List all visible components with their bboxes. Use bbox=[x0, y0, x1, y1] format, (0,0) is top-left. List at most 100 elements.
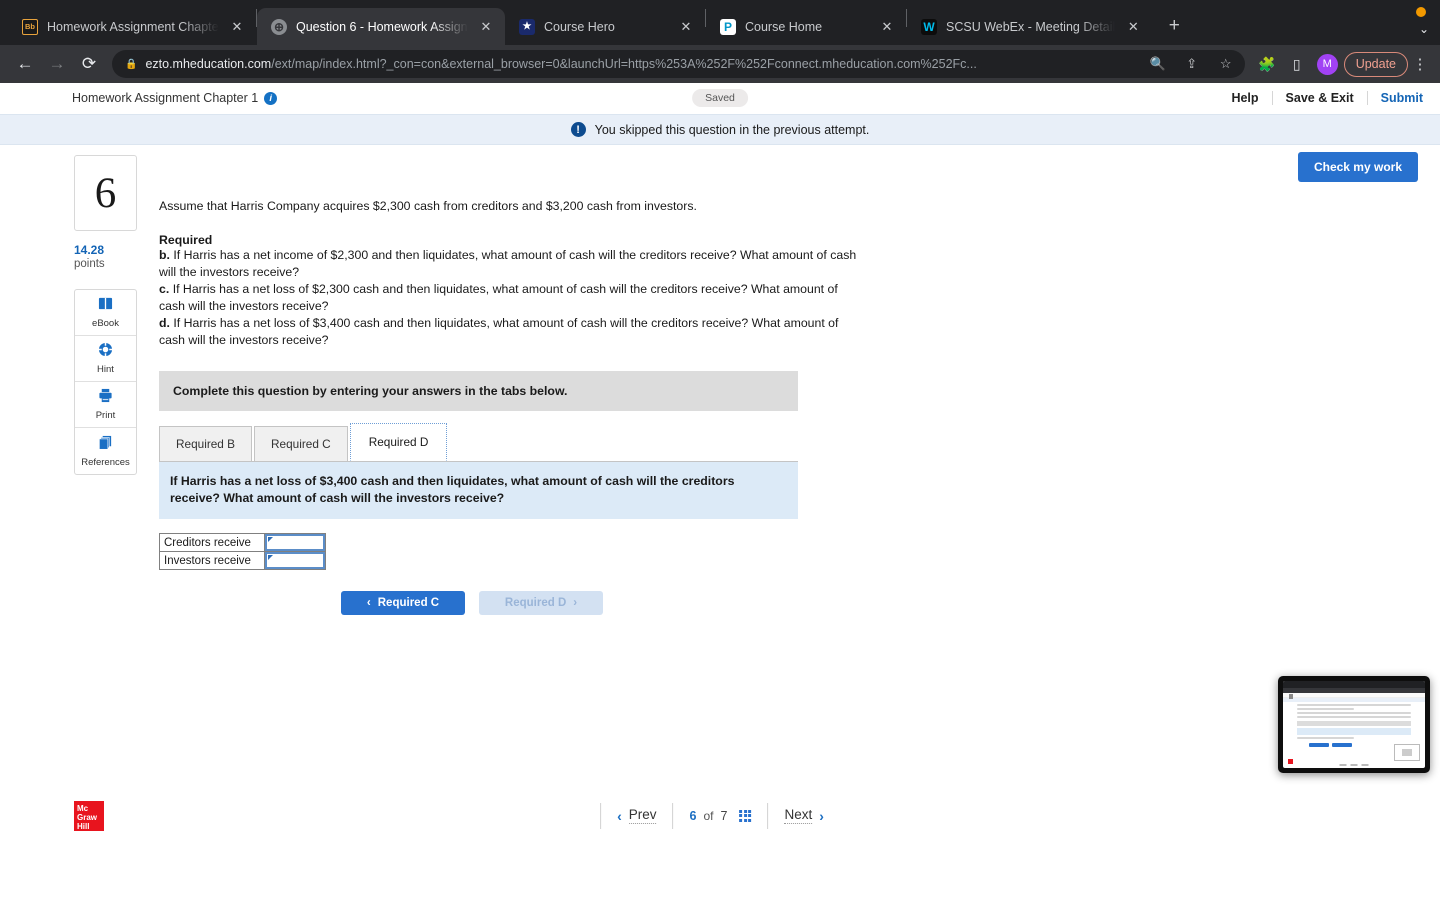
window-status-dot-icon bbox=[1416, 7, 1426, 17]
requirement-tabs: Required B Required C Required D bbox=[159, 422, 859, 461]
tab-required-b[interactable]: Required B bbox=[159, 425, 253, 461]
webex-icon: W bbox=[921, 18, 937, 35]
answer-cell[interactable] bbox=[264, 533, 326, 553]
tool-label: Hint bbox=[97, 364, 114, 375]
chevron-left-icon: ‹ bbox=[617, 807, 622, 824]
browser-tab-2[interactable]: ★ Course Hero ✕ bbox=[505, 8, 705, 45]
url-text: ezto.mheducation.com/ext/map/index.html?… bbox=[145, 57, 1136, 71]
tab-required-d[interactable]: Required D bbox=[349, 422, 448, 461]
requirement-letter: d. bbox=[159, 315, 170, 330]
chevron-left-icon: ‹ bbox=[366, 597, 371, 610]
tab-close-icon[interactable]: ✕ bbox=[677, 18, 695, 36]
pip-pager bbox=[1339, 764, 1369, 766]
bookmark-star-icon[interactable]: ☆ bbox=[1213, 51, 1239, 77]
tab-navigation: ‹ Required C Required D › bbox=[341, 591, 859, 616]
extensions-puzzle-icon[interactable]: 🧩 bbox=[1253, 50, 1281, 78]
reload-icon[interactable]: ⟳ bbox=[74, 49, 104, 79]
tool-hint[interactable]: Hint bbox=[75, 336, 136, 382]
browser-toolbar: ← → ⟳ 🔒 ezto.mheducation.com/ext/map/ind… bbox=[0, 45, 1440, 83]
browser-tab-4[interactable]: W SCSU WebEx - Meeting Detail ✕ bbox=[907, 8, 1152, 45]
prev-tab-button[interactable]: ‹ Required C bbox=[341, 591, 465, 616]
save-exit-link[interactable]: Save & Exit bbox=[1273, 91, 1368, 105]
submit-link[interactable]: Submit bbox=[1368, 91, 1423, 105]
prev-tab-label: Required C bbox=[377, 597, 440, 610]
back-arrow-icon[interactable]: ← bbox=[10, 49, 40, 79]
question-sidebar: 6 14.28 points eBook Hint Print Referenc… bbox=[74, 155, 137, 475]
banner-message: You skipped this question in the previou… bbox=[594, 122, 870, 137]
table-row: Investors receive bbox=[159, 551, 326, 571]
question-intro: Assume that Harris Company acquires $2,3… bbox=[159, 199, 697, 213]
tool-label: References bbox=[81, 456, 130, 468]
requirement-letter: c. bbox=[159, 281, 170, 296]
window-chevron-down-icon[interactable]: ⌄ bbox=[1419, 22, 1429, 36]
tool-ebook[interactable]: eBook bbox=[75, 290, 136, 336]
info-icon[interactable]: i bbox=[264, 91, 278, 105]
kebab-menu-icon[interactable]: ⋮ bbox=[1410, 55, 1430, 73]
app-header: Homework Assignment Chapter 1 i Saved He… bbox=[0, 83, 1440, 114]
logo-line-3: Hill bbox=[77, 821, 90, 831]
requirement-text: If Harris has a net income of $2,300 and… bbox=[159, 247, 857, 279]
tab-close-icon[interactable]: ✕ bbox=[878, 18, 896, 36]
new-tab-button[interactable]: + bbox=[1160, 12, 1188, 40]
tab-close-icon[interactable]: ✕ bbox=[1124, 18, 1142, 36]
answer-cell[interactable] bbox=[264, 551, 326, 571]
forward-arrow-icon[interactable]: → bbox=[42, 49, 72, 79]
browser-tab-1[interactable]: ⊕ Question 6 - Homework Assignment Chapt… bbox=[257, 8, 505, 45]
pip-banner bbox=[1283, 698, 1425, 702]
tab-title: Homework Assignment Chapter 1 bbox=[47, 19, 219, 34]
instruction-bar: Complete this question by entering your … bbox=[159, 370, 798, 411]
pearson-icon: P bbox=[720, 18, 736, 35]
check-my-work-button[interactable]: Check my work bbox=[1297, 152, 1418, 182]
browser-tab-3[interactable]: P Course Home ✕ bbox=[706, 8, 906, 45]
question-grid-icon[interactable] bbox=[739, 809, 752, 822]
tab-close-icon[interactable]: ✕ bbox=[477, 18, 495, 36]
blackboard-icon: Bb bbox=[22, 18, 38, 35]
page-title: Homework Assignment Chapter 1 bbox=[72, 91, 259, 105]
requirement-c: c. If Harris has a net loss of $2,300 ca… bbox=[159, 281, 859, 315]
requirement-letter: b. bbox=[159, 247, 170, 262]
prev-question-button[interactable]: ‹ Prev bbox=[600, 802, 674, 829]
share-icon[interactable]: ⇪ bbox=[1179, 51, 1205, 77]
question-body: Assume that Harris Company acquires $2,3… bbox=[159, 198, 859, 616]
logo-line-2: Graw bbox=[77, 812, 98, 822]
browser-chrome: Bb Homework Assignment Chapter 1 ✕ ⊕ Que… bbox=[0, 0, 1440, 83]
url-domain: ezto.mheducation.com bbox=[145, 57, 272, 71]
pip-text-line bbox=[1297, 708, 1354, 710]
update-button[interactable]: Update bbox=[1343, 51, 1408, 77]
investors-receive-input[interactable] bbox=[265, 552, 325, 570]
picture-in-picture-thumbnail[interactable] bbox=[1278, 676, 1430, 773]
pip-text-line bbox=[1297, 716, 1411, 718]
requirement-text: If Harris has a net loss of $2,300 cash … bbox=[159, 281, 838, 313]
browser-tab-0[interactable]: Bb Homework Assignment Chapter 1 ✕ bbox=[8, 8, 256, 45]
browser-tabstrip: Bb Homework Assignment Chapter 1 ✕ ⊕ Que… bbox=[0, 0, 1440, 45]
of-label: of bbox=[703, 808, 714, 823]
next-label: Next bbox=[784, 807, 813, 824]
creditors-receive-input[interactable] bbox=[265, 534, 325, 552]
tab-required-c[interactable]: Required C bbox=[254, 425, 348, 461]
globe-icon: ⊕ bbox=[271, 18, 287, 35]
next-question-button[interactable]: Next › bbox=[768, 803, 839, 829]
address-bar[interactable]: 🔒 ezto.mheducation.com/ext/map/index.htm… bbox=[112, 50, 1245, 78]
tab-close-icon[interactable]: ✕ bbox=[228, 18, 246, 36]
table-row: Creditors receive bbox=[159, 533, 326, 553]
tool-label: Print bbox=[95, 410, 116, 421]
tool-references[interactable]: References bbox=[75, 428, 136, 474]
alert-exclamation-icon: ! bbox=[570, 122, 586, 137]
pip-nested-thumbnail bbox=[1394, 744, 1420, 761]
url-path: /ext/map/index.html?_con=con&external_br… bbox=[271, 57, 977, 71]
help-link[interactable]: Help bbox=[1218, 91, 1273, 105]
page-indicator: 6 of 7 bbox=[674, 802, 769, 829]
requirement-b: b. If Harris has a net income of $2,300 … bbox=[159, 247, 859, 281]
tool-label: eBook bbox=[92, 318, 119, 329]
question-number: 6 bbox=[74, 155, 137, 231]
profile-avatar[interactable]: M bbox=[1316, 53, 1338, 75]
pip-logo bbox=[1288, 759, 1293, 764]
pip-screen-content bbox=[1283, 681, 1425, 768]
side-panel-icon[interactable]: ▯ bbox=[1283, 50, 1311, 78]
header-actions: Help Save & Exit Submit bbox=[1218, 91, 1423, 105]
tool-print[interactable]: Print bbox=[75, 382, 136, 428]
zoom-icon[interactable]: 🔍 bbox=[1145, 51, 1171, 77]
star-icon: ★ bbox=[519, 18, 535, 35]
question-pager: ‹ Prev 6 of 7 Next › bbox=[600, 802, 840, 829]
copy-pages-icon bbox=[98, 435, 113, 454]
